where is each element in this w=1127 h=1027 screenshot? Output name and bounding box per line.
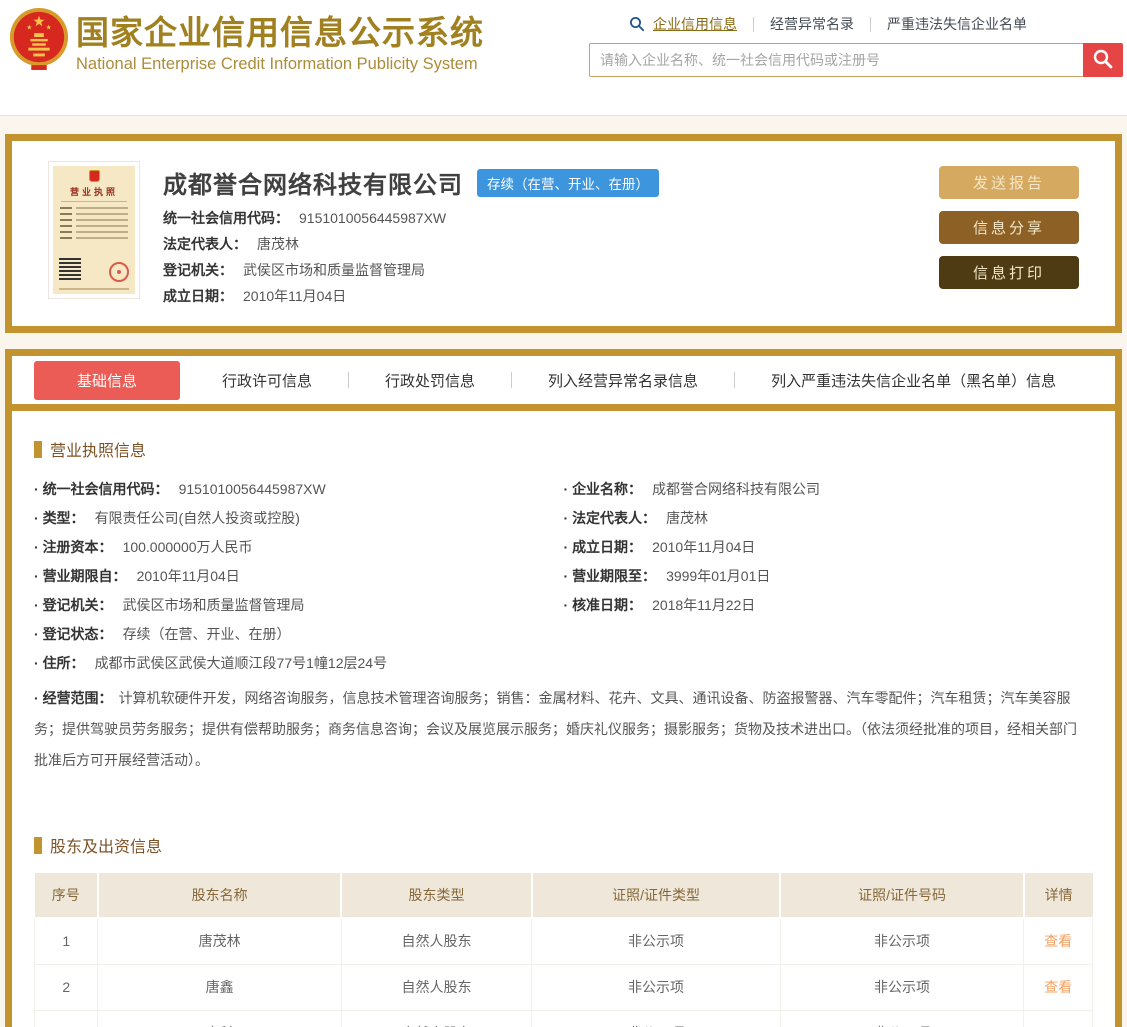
search-nav: 企业信用信息 经营异常名录 严重违法失信企业名单: [589, 13, 1125, 35]
section-title-license-info: 营业执照信息: [34, 437, 1093, 461]
share-info-button[interactable]: 信息分享: [939, 211, 1079, 244]
col-header-detail: 详情: [1024, 873, 1093, 918]
content-background: 营业执照 成都誉合网络科技有限公司 存续（在营、开业、在册）: [0, 115, 1127, 1027]
tab-abnormal-list[interactable]: 列入经营异常名录信息: [512, 370, 734, 391]
section-marker-icon: [34, 441, 42, 458]
nav-link-blacklist[interactable]: 严重违法失信企业名单: [887, 14, 1027, 34]
kv-company-name: 企业名称：成都誉合网络科技有限公司: [564, 475, 1094, 504]
section-marker-icon: [34, 837, 42, 854]
kv-type: 类型：有限责任公司(自然人投资或控股): [34, 504, 564, 533]
kv-reg-authority: 登记机关：武侯区市场和质量监督管理局: [34, 591, 564, 620]
search-bar: [589, 43, 1123, 77]
search-input[interactable]: [589, 43, 1083, 77]
tab-admin-license[interactable]: 行政许可信息: [186, 370, 348, 391]
table-row: 1 唐茂林 自然人股东 非公示项 非公示项 查看: [35, 918, 1093, 964]
table-header-row: 序号 股东名称 股东类型 证照/证件类型 证照/证件号码 详情: [35, 873, 1093, 918]
view-detail-link[interactable]: 查看: [1044, 933, 1072, 949]
table-row: 3 李科 自然人股东 非公示项 非公示项: [35, 1010, 1093, 1027]
nav-separator: [870, 17, 871, 32]
col-header-no: 序号: [35, 873, 98, 918]
send-report-button[interactable]: 发送报告: [939, 166, 1079, 199]
action-buttons: 发送报告 信息分享 信息打印: [939, 161, 1079, 304]
kv-term-from: 营业期限自：2010年11月04日: [34, 562, 564, 591]
status-badge: 存续（在营、开业、在册）: [477, 169, 659, 197]
brand-titles: 国家企业信用信息公示系统 National Enterprise Credit …: [76, 5, 484, 74]
national-emblem-logo: [8, 5, 70, 76]
magnifier-icon: [1092, 48, 1114, 73]
license-qr-code: [59, 258, 81, 280]
shareholders-table: 序号 股东名称 股东类型 证照/证件类型 证照/证件号码 详情 1 唐茂林 自然: [34, 873, 1093, 1027]
kv-uscc: 统一社会信用代码：9151010056445987XW: [34, 475, 564, 504]
kv-reg-status: 登记状态：存续（在营、开业、在册）: [34, 620, 564, 649]
kv-business-scope: 经营范围：计算机软硬件开发，网络咨询服务，信息技术管理咨询服务；销售：金属材料、…: [34, 678, 1093, 783]
company-summary-card: 营业执照 成都誉合网络科技有限公司 存续（在营、开业、在册）: [5, 134, 1122, 333]
page: 国家企业信用信息公示系统 National Enterprise Credit …: [0, 0, 1127, 1027]
field-legal-rep: 法定代表人：唐茂林: [163, 236, 939, 252]
nav-link-abnormal-list[interactable]: 经营异常名录: [770, 14, 854, 34]
site-title-zh: 国家企业信用信息公示系统: [76, 14, 484, 52]
field-uscc: 统一社会信用代码：9151010056445987XW: [163, 210, 939, 226]
brand: 国家企业信用信息公示系统 National Enterprise Credit …: [8, 0, 484, 115]
tab-basic-info[interactable]: 基础信息: [34, 361, 180, 400]
kv-reg-capital: 注册资本：100.000000万人民币: [34, 533, 564, 562]
tab-admin-penalty[interactable]: 行政处罚信息: [349, 370, 511, 391]
col-header-cert-no: 证照/证件号码: [780, 873, 1023, 918]
kv-establish-date: 成立日期：2010年11月04日: [564, 533, 1094, 562]
tab-blacklist[interactable]: 列入严重违法失信企业名单（黑名单）信息: [735, 370, 1092, 391]
site-header: 国家企业信用信息公示系统 National Enterprise Credit …: [0, 0, 1127, 115]
gold-divider: [12, 404, 1115, 411]
view-detail-link[interactable]: 查看: [1044, 979, 1072, 995]
license-info-grid: 统一社会信用代码：9151010056445987XW 企业名称：成都誉合网络科…: [34, 475, 1093, 783]
field-establish-date: 成立日期：2010年11月04日: [163, 288, 939, 304]
company-info: 成都誉合网络科技有限公司 存续（在营、开业、在册） 统一社会信用代码：91510…: [140, 161, 939, 304]
detail-body: 营业执照信息 统一社会信用代码：9151010056445987XW 企业名称：…: [12, 437, 1115, 1027]
kv-term-to: 营业期限至：3999年01月01日: [564, 562, 1094, 591]
col-header-cert-type: 证照/证件类型: [532, 873, 781, 918]
license-stamp-icon: [109, 262, 129, 282]
site-title-en: National Enterprise Credit Information P…: [76, 55, 484, 74]
print-info-button[interactable]: 信息打印: [939, 256, 1079, 289]
col-header-type: 股东类型: [341, 873, 531, 918]
nav-link-credit-info[interactable]: 企业信用信息: [653, 14, 737, 34]
search-button[interactable]: [1083, 43, 1123, 77]
business-license-thumbnail: 营业执照: [48, 161, 140, 299]
kv-approval-date: 核准日期：2018年11月22日: [564, 591, 1094, 620]
license-emblem-icon: [89, 170, 100, 182]
license-thumb-title: 营业执照: [53, 185, 135, 198]
company-name: 成都誉合网络科技有限公司: [163, 165, 463, 200]
search-area: 企业信用信息 经营异常名录 严重违法失信企业名单: [589, 0, 1125, 115]
table-row: 2 唐鑫 自然人股东 非公示项 非公示项 查看: [35, 964, 1093, 1010]
nav-separator: [753, 17, 754, 32]
col-header-name: 股东名称: [98, 873, 341, 918]
kv-address: 住所：成都市武侯区武侯大道顺江段77号1幢12层24号: [34, 649, 1093, 678]
detail-card: 基础信息 行政许可信息 行政处罚信息 列入经营异常名录信息 列入严重违法失信企业…: [5, 349, 1122, 1027]
section-title-shareholders: 股东及出资信息: [34, 833, 1093, 857]
search-icon: [629, 16, 645, 32]
tab-bar: 基础信息 行政许可信息 行政处罚信息 列入经营异常名录信息 列入严重违法失信企业…: [12, 356, 1115, 404]
field-reg-authority: 登记机关：武侯区市场和质量监督管理局: [163, 262, 939, 278]
kv-legal-rep: 法定代表人：唐茂林: [564, 504, 1094, 533]
